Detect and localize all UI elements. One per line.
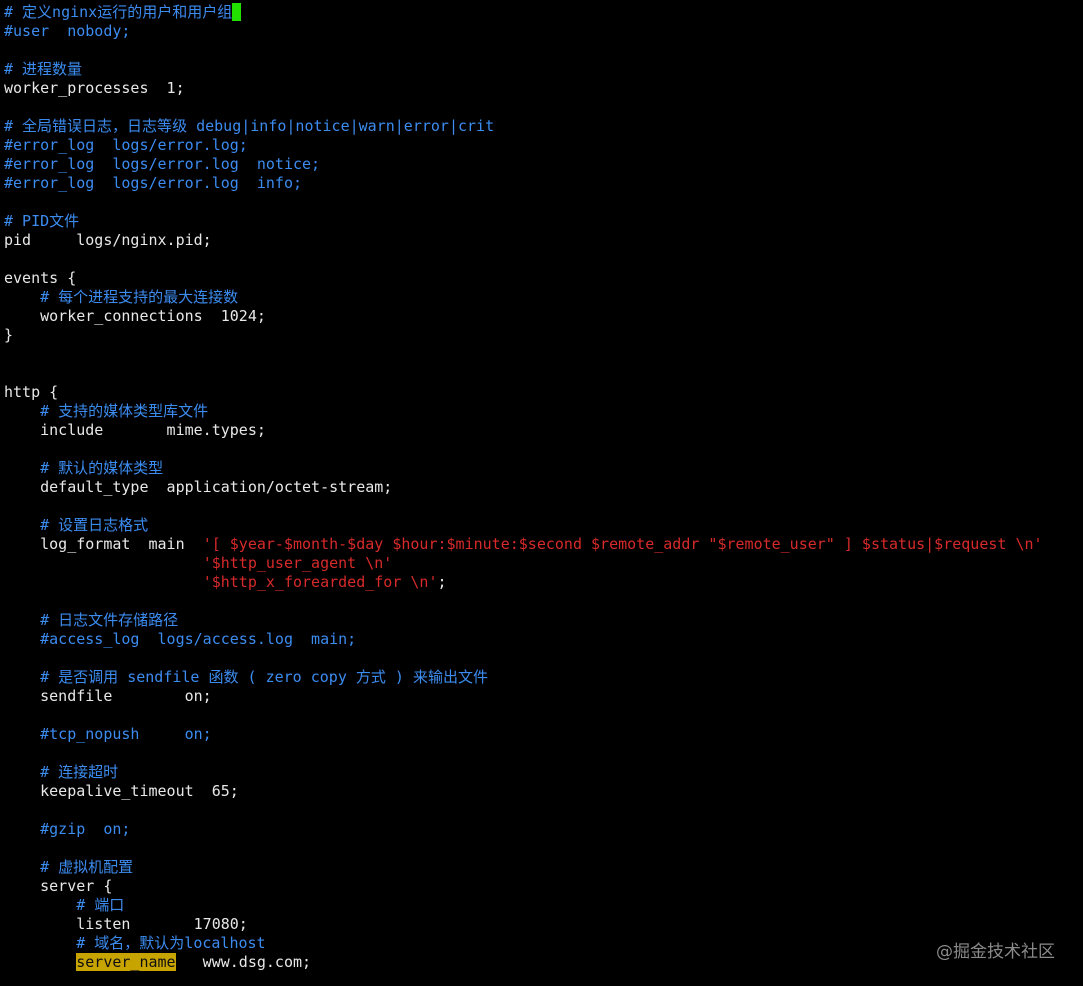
string-text: '[ $year-$month-$day $hour:$minute:$seco… (202, 535, 1043, 553)
comment-text: # 默认的媒体类型 (4, 459, 164, 477)
code-line: # 进程数量 (4, 60, 1079, 79)
code-line: # PID文件 (4, 212, 1079, 231)
code-line: log_format main '[ $year-$month-$day $ho… (4, 535, 1079, 554)
code-line: # 默认的媒体类型 (4, 459, 1079, 478)
code-line: server_name www.dsg.com; (4, 953, 1079, 972)
code-line: pid logs/nginx.pid; (4, 231, 1079, 250)
code-text: listen 17080; (4, 915, 248, 933)
string-text: '$http_x_forearded_for \n' (202, 573, 438, 591)
code-line: #gzip on; (4, 820, 1079, 839)
comment-text: # 设置日志格式 (4, 516, 149, 534)
code-text: default_type application/octet-stream; (4, 478, 393, 496)
code-line: # 全局错误日志，日志等级 debug|info|notice|warn|err… (4, 117, 1079, 136)
code-line: #error_log logs/error.log; (4, 136, 1079, 155)
code-line: # 支持的媒体类型库文件 (4, 402, 1079, 421)
comment-text: # 域名，默认为localhost (4, 934, 266, 952)
search-match: server_name (76, 953, 176, 971)
code-text: worker_connections 1024; (4, 307, 266, 325)
text-cursor (232, 3, 242, 21)
code-text: log_format main (4, 535, 203, 553)
code-line: keepalive_timeout 65; (4, 782, 1079, 801)
comment-text: # 支持的媒体类型库文件 (4, 402, 209, 420)
code-text: } (4, 326, 14, 344)
code-line: #error_log logs/error.log info; (4, 174, 1079, 193)
code-text: www.dsg.com; (175, 953, 312, 971)
comment-text: # 进程数量 (4, 60, 83, 78)
code-text: keepalive_timeout 65; (4, 782, 239, 800)
code-line: sendfile on; (4, 687, 1079, 706)
code-line: http { (4, 383, 1079, 402)
comment-text: # PID文件 (4, 212, 80, 230)
code-line: #user nobody; (4, 22, 1079, 41)
code-line: events { (4, 269, 1079, 288)
code-line: # 日志文件存储路径 (4, 611, 1079, 630)
comment-text: # 定义nginx运行的用户和用户组 (4, 3, 233, 21)
code-text: server { (4, 877, 113, 895)
code-line: # 虚拟机配置 (4, 858, 1079, 877)
string-text: '$http_user_agent \n' (202, 554, 393, 572)
comment-text: # 日志文件存储路径 (4, 611, 179, 629)
code-text: sendfile on; (4, 687, 212, 705)
code-line: worker_processes 1; (4, 79, 1079, 98)
comment-text: # 端口 (4, 896, 125, 914)
code-line: server { (4, 877, 1079, 896)
code-text: pid logs/nginx.pid; (4, 231, 212, 249)
comment-text: #access_log logs/access.log main; (4, 630, 357, 648)
code-line: #error_log logs/error.log notice; (4, 155, 1079, 174)
code-line: listen 17080; (4, 915, 1079, 934)
code-text: ; (437, 573, 447, 591)
code-text: worker_processes 1; (4, 79, 185, 97)
comment-text: #error_log logs/error.log info; (4, 174, 303, 192)
comment-text: # 是否调用 sendfile 函数 ( zero copy 方式 ) 来输出文… (4, 668, 488, 686)
watermark: @掘金技术社区 (936, 942, 1055, 962)
comment-text: # 每个进程支持的最大连接数 (4, 288, 239, 306)
code-line: '$http_user_agent \n' (4, 554, 1079, 573)
code-text: http { (4, 383, 59, 401)
code-line: # 端口 (4, 896, 1079, 915)
comment-text: # 全局错误日志，日志等级 debug|info|notice|warn|err… (4, 117, 495, 135)
code-line: include mime.types; (4, 421, 1079, 440)
code-line: # 连接超时 (4, 763, 1079, 782)
code-line: worker_connections 1024; (4, 307, 1079, 326)
comment-text: #error_log logs/error.log notice; (4, 155, 321, 173)
comment-text: #user nobody; (4, 22, 131, 40)
code-line: # 每个进程支持的最大连接数 (4, 288, 1079, 307)
code-line: #tcp_nopush on; (4, 725, 1079, 744)
code-line: #access_log logs/access.log main; (4, 630, 1079, 649)
code-line: # 域名，默认为localhost (4, 934, 1079, 953)
code-text: include mime.types; (4, 421, 266, 439)
comment-text: # 虚拟机配置 (4, 858, 134, 876)
code-line: # 是否调用 sendfile 函数 ( zero copy 方式 ) 来输出文… (4, 668, 1079, 687)
code-line: # 定义nginx运行的用户和用户组 (4, 3, 1079, 22)
terminal-editor[interactable]: # 定义nginx运行的用户和用户组 #user nobody; # 进程数量 wor… (4, 3, 1079, 983)
code-text: events { (4, 269, 77, 287)
code-line: '$http_x_forearded_for \n'; (4, 573, 1079, 592)
code-line: default_type application/octet-stream; (4, 478, 1079, 497)
code-line: } (4, 326, 1079, 345)
comment-text: #error_log logs/error.log; (4, 136, 248, 154)
comment-text: #tcp_nopush on; (4, 725, 212, 743)
comment-text: # 连接超时 (4, 763, 119, 781)
code-line: # 设置日志格式 (4, 516, 1079, 535)
comment-text: #gzip on; (4, 820, 131, 838)
